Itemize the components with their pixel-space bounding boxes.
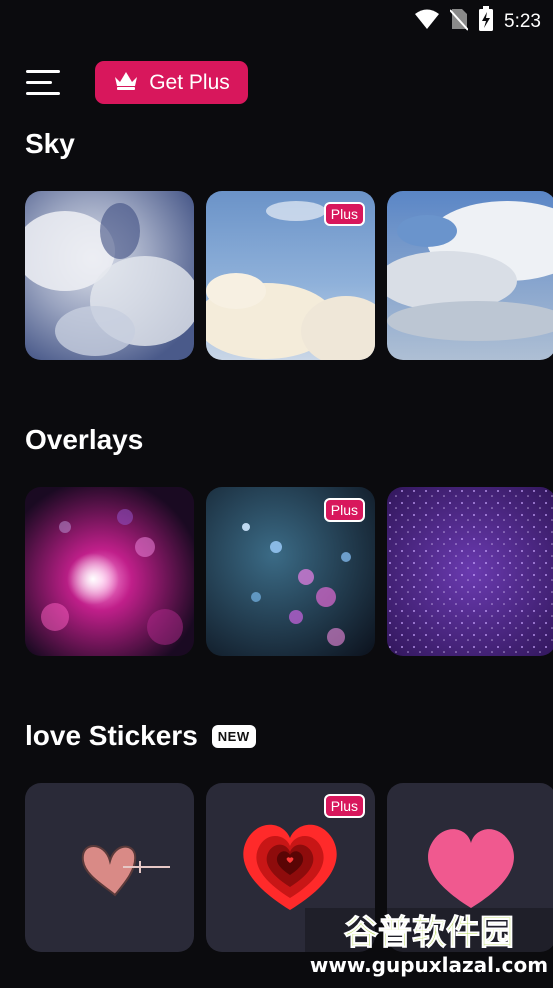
sky-row[interactable]: Plus [25,191,553,360]
sky-tile-3[interactable] [387,191,553,360]
sticker-tile-1[interactable] [25,783,194,952]
wifi-icon [414,8,440,35]
status-time: 5:23 [504,10,541,32]
section-title-text: Sky [25,128,75,159]
svg-text:www.gupuxlazal.com: www.gupuxlazal.com [310,953,548,977]
sky-tile-1[interactable] [25,191,194,360]
section-title-love-stickers: love Stickers NEW [25,720,256,752]
overlay-tile-1[interactable] [25,487,194,656]
overlay-tile-3[interactable] [387,487,553,656]
get-plus-button[interactable]: Get Plus [95,61,248,104]
watermark-logo: 谷普软件园 www.gupuxlazal.com [305,908,553,983]
crown-icon [113,69,139,96]
sky-tile-2[interactable]: Plus [206,191,375,360]
overlays-row[interactable]: Plus [25,487,553,656]
status-bar: 5:23 [0,0,553,38]
new-badge: NEW [211,724,256,748]
plus-badge: Plus [323,794,365,818]
overlay-tile-2[interactable]: Plus [206,487,375,656]
section-title-text: Overlays [25,424,144,455]
hamburger-menu-icon[interactable] [24,68,62,98]
no-sim-icon [449,7,469,36]
plus-badge: Plus [323,202,365,226]
section-title-sky: Sky [25,128,75,160]
plus-badge: Plus [323,498,365,522]
svg-text:谷普软件园: 谷普软件园 [344,913,514,953]
section-title-overlays: Overlays [25,424,143,456]
section-title-text: love Stickers [25,720,198,751]
get-plus-label: Get Plus [149,70,230,94]
battery-charging-icon [478,6,494,37]
